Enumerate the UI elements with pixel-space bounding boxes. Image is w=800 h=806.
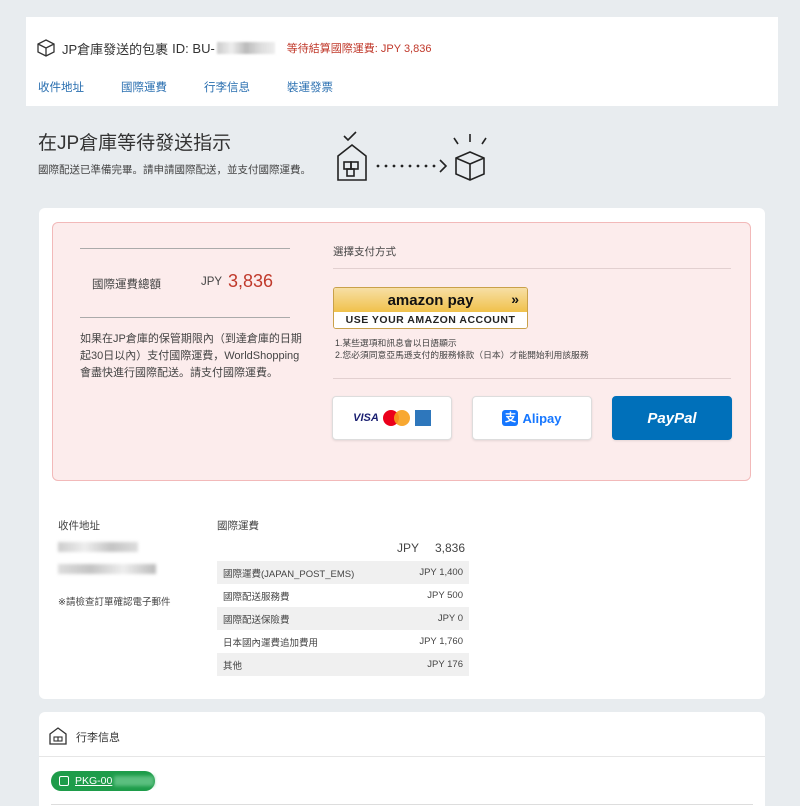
redacted-address-line [58, 542, 138, 552]
fee-breakdown-table: 國際運費(JAPAN_POST_EMS) JPY 1,400 國際配送服務費 JPY… [217, 561, 469, 676]
total-fee-label: 國際運費總額 [92, 279, 161, 291]
chevron-right-icon: » [511, 291, 519, 307]
tab-shipping-fee[interactable]: 國際運費 [121, 79, 167, 95]
shipping-fee-total: JPY 3,836 [217, 541, 465, 555]
page-subtitle: 國際配送已準備完畢。請申請國際配送，並支付國際運費。 [38, 164, 311, 176]
divider [51, 804, 753, 805]
payment-card: 國際運費總額 JPY 3,836 如果在JP倉庫的保管期限內（到達倉庫的日期起3… [39, 208, 765, 699]
redacted-package-id [114, 776, 155, 786]
package-out-icon [453, 134, 487, 181]
section-tabs: 收件地址 國際運費 行李信息 裝運發票 [38, 79, 370, 95]
amazon-pay-notes: 1.某些選項和訊息會以日語顯示 2.您必須同意亞馬遜支付的服務條款（日本）才能開… [335, 337, 589, 361]
amazon-pay-caption: USE YOUR AMAZON ACCOUNT [334, 312, 527, 328]
total-fee-amount: 3,836 [228, 271, 274, 291]
alipay-label: Alipay [522, 410, 562, 426]
fee-row: 其他 JPY 176 [217, 653, 469, 676]
tab-baggage-info[interactable]: 行李信息 [204, 79, 250, 95]
fee-name: 國際運費(JAPAN_POST_EMS) [223, 568, 355, 580]
warehouse-icon [49, 727, 67, 745]
amazon-pay-button[interactable]: amazon pay » USE YOUR AMAZON ACCOUNT [333, 287, 528, 329]
mastercard-icon [382, 410, 411, 426]
package-tag-label: PKG-00 [75, 775, 113, 787]
fee-row: 國際配送保險費 JPY 0 [217, 607, 469, 630]
payment-method-title: 選擇支付方式 [333, 246, 396, 258]
amazon-note-line: 2.您必須同意亞馬遜支付的服務條款（日本）才能開始利用該服務 [335, 350, 589, 360]
shipping-fee-label: 國際運費 [217, 520, 259, 532]
status-text: 等待結算國際運費: JPY 3,836 [286, 43, 432, 55]
shipping-total-amount: 3,836 [434, 541, 465, 555]
fee-value: JPY 0 [437, 613, 463, 624]
paypal-button[interactable]: PayPal [612, 396, 732, 440]
paypal-label: PayPal [647, 409, 697, 427]
page-title: 在JP倉庫等待發送指示 [38, 133, 232, 154]
baggage-card: 行李信息 PKG-00 [39, 712, 765, 806]
dotted-arrow-icon [376, 159, 448, 173]
fee-value: JPY 176 [427, 659, 463, 670]
divider [80, 248, 290, 249]
package-box-icon [37, 39, 55, 57]
package-id: ID: BU- [172, 40, 215, 56]
fee-row: 國際運費(JAPAN_POST_EMS) JPY 1,400 [217, 561, 469, 584]
total-fee-currency: JPY [201, 276, 223, 288]
credit-card-button[interactable]: VISA [332, 396, 452, 440]
amazon-pay-logo: amazon pay [387, 291, 474, 309]
tag-box-icon [59, 776, 69, 786]
divider [80, 317, 290, 318]
fee-name: 國際配送服務費 [223, 591, 290, 603]
fee-name: 日本國內運費追加費用 [223, 637, 319, 649]
amazon-note-line: 1.某些選項和訊息會以日語顯示 [335, 338, 457, 348]
package-title: JP倉庫發送的包裹 [62, 41, 169, 57]
visa-icon: VISA [353, 412, 379, 424]
payment-panel: 國際運費總額 JPY 3,836 如果在JP倉庫的保管期限內（到達倉庫的日期起3… [52, 222, 751, 481]
fee-row: 日本國內運費追加費用 JPY 1,760 [217, 630, 469, 653]
package-tag[interactable]: PKG-00 [51, 771, 155, 791]
amex-icon [414, 410, 431, 426]
fee-value: JPY 1,400 [419, 567, 463, 578]
package-header: JP倉庫發送的包裹 ID: BU- 等待結算國際運費: JPY 3,836 [36, 38, 431, 58]
warehouse-to-package-illustration [337, 131, 487, 181]
alipay-button[interactable]: 支 Alipay [472, 396, 592, 440]
fee-row: 國際配送服務費 JPY 500 [217, 584, 469, 607]
divider [39, 756, 765, 757]
baggage-title: 行李信息 [76, 732, 120, 744]
tab-invoice[interactable]: 裝運發票 [287, 79, 333, 95]
address-label: 收件地址 [58, 520, 100, 532]
alipay-icon: 支 [502, 410, 519, 426]
warehouse-icon [337, 131, 367, 181]
divider [333, 378, 731, 379]
amazon-pay-logo-area: amazon pay » [334, 288, 527, 312]
address-note: ※請檢查訂單確認電子郵件 [58, 597, 171, 608]
divider [333, 268, 731, 269]
fee-value: JPY 1,760 [419, 636, 463, 647]
storage-note: 如果在JP倉庫的保管期限內（到達倉庫的日期起30日以內）支付國際運費，World… [80, 333, 302, 379]
package-header-card: JP倉庫發送的包裹 ID: BU- 等待結算國際運費: JPY 3,836 收件… [26, 17, 778, 106]
fee-value: JPY 500 [427, 590, 463, 601]
shipping-total-currency: JPY [396, 541, 419, 555]
tab-address[interactable]: 收件地址 [38, 79, 84, 95]
fee-name: 國際配送保險費 [223, 614, 290, 626]
fee-name: 其他 [223, 660, 243, 672]
redacted-address-line [58, 564, 156, 574]
redacted-id [216, 42, 275, 54]
